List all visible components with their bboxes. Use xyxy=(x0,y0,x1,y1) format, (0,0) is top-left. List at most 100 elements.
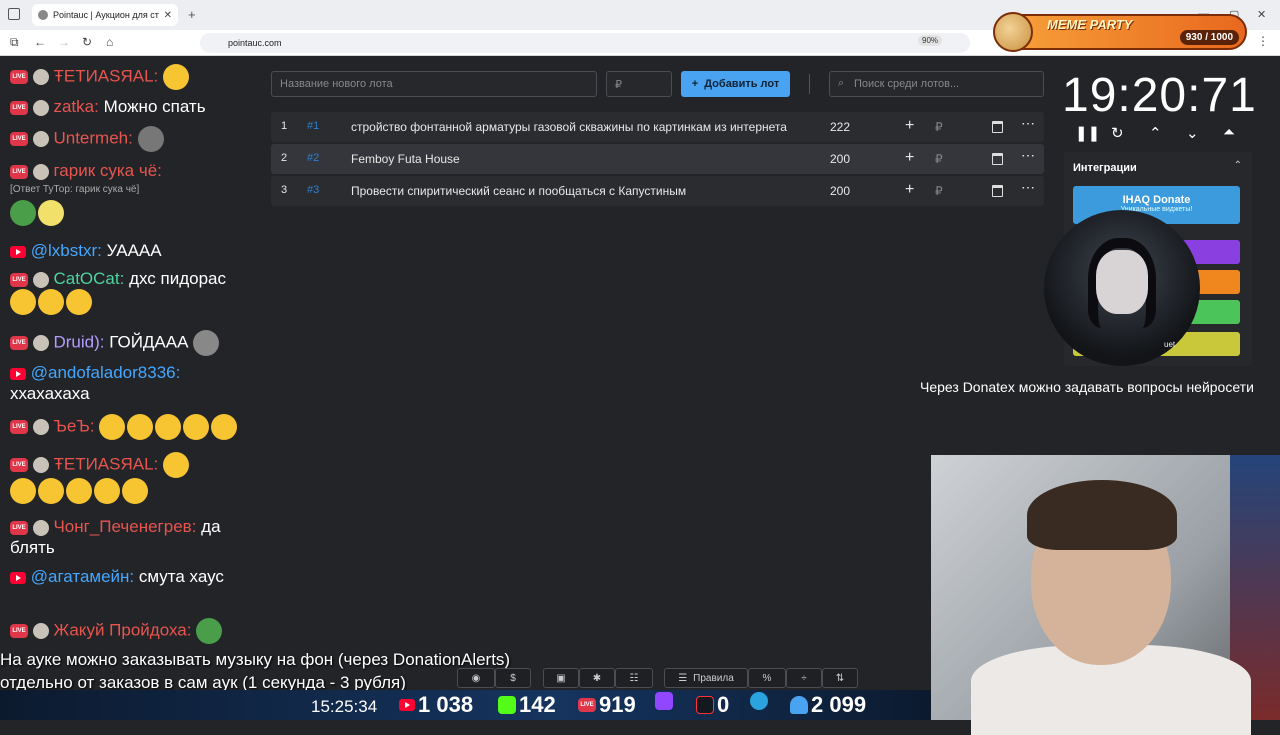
lot-currency[interactable]: ₽ xyxy=(935,120,943,134)
avatar xyxy=(32,519,49,536)
chat-text: ххахахаха xyxy=(10,384,90,403)
avatar xyxy=(32,271,49,288)
chat-text: смута хаус xyxy=(138,567,224,586)
add-amount-icon[interactable]: + xyxy=(905,181,914,199)
lot-name[interactable]: стройство фонтанной арматуры газовой скв… xyxy=(351,120,805,134)
forward-icon[interactable]: → xyxy=(58,35,70,49)
close-window-icon[interactable]: ✕ xyxy=(1257,8,1266,21)
vk-count: 919 xyxy=(599,692,636,717)
subtract-time-icon[interactable]: ⌄ xyxy=(1186,124,1199,142)
add-amount-icon[interactable]: + xyxy=(905,117,914,135)
vk-live-icon: LIVE xyxy=(10,272,28,287)
chat-username: CatOCat: xyxy=(53,269,125,288)
github-button[interactable]: ◉ xyxy=(457,668,495,688)
percent-button[interactable]: % xyxy=(748,668,786,688)
tab-pointauc[interactable]: Pointauc | Аукцион для стрима ✕ xyxy=(32,4,178,26)
delete-icon[interactable] xyxy=(992,121,1003,133)
amount-input[interactable]: ₽ xyxy=(606,71,672,97)
new-tab-icon[interactable]: + xyxy=(188,7,196,22)
more-icon[interactable]: ⋯ xyxy=(1021,179,1035,196)
close-tab-icon[interactable]: ✕ xyxy=(164,10,172,21)
collapse-icon[interactable]: ⌃ xyxy=(1234,160,1242,171)
lot-amount[interactable]: 200 xyxy=(830,152,850,166)
new-lot-input[interactable]: Название нового лота xyxy=(271,71,597,97)
chat-overlay: LIVE ŦETИASЯAL: LIVE zatka: Можно спать … xyxy=(0,56,265,656)
meme-party-badge: MEME PARTY 930 / 1000 xyxy=(993,12,1247,52)
lot-amount[interactable]: 222 xyxy=(830,120,850,134)
bug-button[interactable]: ✱ xyxy=(579,668,615,688)
youtube-icon xyxy=(10,245,26,258)
emote-icon xyxy=(38,200,64,226)
zoom-level[interactable]: 90% xyxy=(918,35,943,46)
chat-username: Druid): xyxy=(53,332,105,352)
chat-message: LIVE CatOCat: дхс пидорас xyxy=(10,268,260,315)
url-field[interactable]: pointauc.com xyxy=(200,33,970,53)
donate-button[interactable]: $ xyxy=(495,668,531,688)
save-icon: ▣ xyxy=(556,672,566,684)
chat-username: Жакуй Пройдоха: xyxy=(53,620,192,640)
chat-message: LIVE ŦETИASЯAL: xyxy=(10,452,260,504)
collections-icon[interactable]: ⧉ xyxy=(10,35,19,50)
add-time-icon[interactable]: ⌃ xyxy=(1149,124,1162,142)
more-icon[interactable]: ⋯ xyxy=(1021,147,1035,164)
search-input[interactable]: ⌕ Поиск среди лотов... xyxy=(829,71,1044,97)
menu-icon[interactable]: ⋮ xyxy=(1257,34,1269,48)
delete-icon[interactable] xyxy=(992,153,1003,165)
chat-username: ŦETИASЯAL: xyxy=(53,454,159,474)
reset-icon[interactable]: ↻ xyxy=(1111,124,1124,142)
tab-overview-icon[interactable] xyxy=(8,8,20,20)
github-icon: ◉ xyxy=(471,672,481,684)
lot-index: 2 xyxy=(281,152,288,164)
sort-button[interactable]: ⇅ xyxy=(822,668,858,688)
search-placeholder: Поиск среди лотов... xyxy=(854,78,960,90)
favicon-icon xyxy=(38,10,48,20)
rutube-stat: 0 xyxy=(696,692,729,718)
add-lot-button[interactable]: + Добавить лот xyxy=(681,71,790,97)
split-button[interactable]: ÷ xyxy=(786,668,822,688)
chat-username: гарик сука чё: xyxy=(53,161,162,180)
lot-name[interactable]: Femboy Futa House xyxy=(351,152,805,166)
thinking-emoji-icon xyxy=(10,478,36,504)
amount-placeholder: ₽ xyxy=(615,78,622,91)
lot-tag[interactable]: #1 xyxy=(307,120,319,132)
lot-amount[interactable]: 200 xyxy=(830,184,850,198)
reload-icon[interactable]: ↻ xyxy=(82,35,92,49)
lot-tag[interactable]: #3 xyxy=(307,184,319,196)
chat-message: LIVE Untermeh: xyxy=(10,126,260,152)
chat-username: zatka: xyxy=(53,97,99,116)
rules-button[interactable]: ☰ Правила xyxy=(664,668,748,688)
kick-count: 142 xyxy=(519,692,556,717)
laughing-emoji-icon xyxy=(155,414,182,440)
more-icon[interactable]: ⋯ xyxy=(1021,115,1035,132)
avatar xyxy=(32,419,49,435)
lot-tag[interactable]: #2 xyxy=(307,152,319,164)
clear-button[interactable]: ☷ xyxy=(615,668,653,688)
lot-name[interactable]: Провести спиритический сеанс и пообщатьс… xyxy=(351,184,805,198)
youtube-count: 1 038 xyxy=(418,692,474,717)
laughing-emoji-icon xyxy=(183,414,210,440)
chat-message: LIVE Druid): ГОЙДААА xyxy=(10,330,260,356)
double-up-icon[interactable]: ⏶ xyxy=(1223,124,1235,141)
vk-live-icon: LIVE xyxy=(10,70,28,84)
tab-title: Pointauc | Аукцион для стрима xyxy=(53,10,159,20)
save-button[interactable]: ▣ xyxy=(543,668,579,688)
pause-icon[interactable]: ❚❚ xyxy=(1075,124,1100,142)
viewers-icon xyxy=(790,696,808,714)
rutube-count: 0 xyxy=(717,692,730,717)
webcam-feed xyxy=(931,455,1280,735)
thinking-emoji-icon xyxy=(122,478,148,504)
delete-icon[interactable] xyxy=(992,185,1003,197)
lot-currency[interactable]: ₽ xyxy=(935,184,943,198)
chat-username: @andofalador8336: xyxy=(30,363,181,382)
add-amount-icon[interactable]: + xyxy=(905,149,914,167)
meme-party-count: 930 / 1000 xyxy=(1179,30,1239,45)
chat-username: ŦETИASЯAL: xyxy=(53,66,159,86)
chat-message: @lxbstxr: УАААА xyxy=(10,240,260,261)
chat-username: @lxbstxr: xyxy=(30,241,102,260)
lot-index: 1 xyxy=(281,120,288,132)
back-icon[interactable]: ← xyxy=(34,35,46,49)
avatar-face xyxy=(1096,250,1148,314)
lot-currency[interactable]: ₽ xyxy=(935,152,943,166)
avatar xyxy=(32,623,49,639)
home-icon[interactable]: ⌂ xyxy=(106,35,113,49)
